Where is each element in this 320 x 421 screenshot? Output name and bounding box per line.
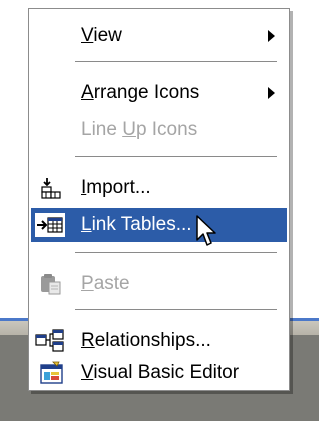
menu-item-import[interactable]: Import... [31,171,287,205]
menu-item-link-tables[interactable]: Link Tables... [31,208,287,242]
menu-separator [75,156,277,157]
submenu-arrow-icon [268,87,275,99]
menu-item-label: Link Tables... [81,214,192,235]
menu-separator [75,61,277,62]
menu-item-label: Paste [81,273,130,294]
submenu-arrow-icon [268,30,275,42]
menu-item-label: Relationships... [81,330,211,351]
menu-separator [75,252,277,253]
context-menu: View Arrange Icons Line Up Icons Import.… [28,8,290,391]
link-tables-icon [35,213,65,237]
menu-item-label: Visual Basic Editor [81,362,240,383]
menu-item-visual-basic-editor[interactable]: Visual Basic Editor [31,356,287,390]
menu-item-arrange-icons[interactable]: Arrange Icons [31,76,287,110]
menu-item-relationships[interactable]: Relationships... [31,324,287,358]
visual-basic-editor-icon [39,361,63,385]
menu-separator [75,309,277,310]
menu-item-line-up-icons[interactable]: Line Up Icons [31,113,287,147]
paste-clipboard-icon [39,272,63,296]
mouse-pointer-icon [195,215,217,249]
menu-item-view[interactable]: View [31,19,287,53]
relationships-icon [35,329,65,353]
menu-item-label: Arrange Icons [81,82,200,103]
menu-item-label: View [81,25,122,46]
menu-item-label: Import... [81,177,151,198]
import-table-icon [39,176,63,200]
menu-item-label: Line Up Icons [81,119,198,140]
menu-item-paste[interactable]: Paste [31,267,287,301]
